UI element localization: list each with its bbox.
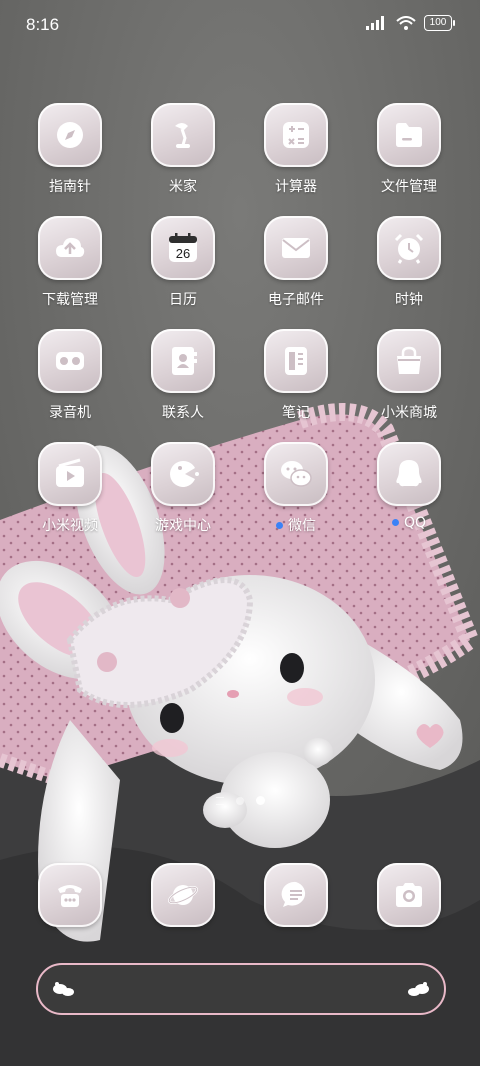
shopping-bag-icon bbox=[397, 346, 421, 374]
app-label: 下载管理 bbox=[42, 292, 98, 308]
app-clock[interactable]: 时钟 bbox=[359, 216, 459, 316]
signal-icon bbox=[366, 16, 384, 30]
folder-icon bbox=[396, 123, 422, 147]
dock-phone[interactable] bbox=[20, 863, 120, 963]
app-recorder[interactable]: 录音机 bbox=[20, 329, 120, 429]
app-label: 录音机 bbox=[49, 405, 91, 421]
game-center-icon bbox=[170, 460, 199, 487]
app-compass[interactable]: 指南针 bbox=[20, 103, 120, 203]
app-label: 文件管理 bbox=[381, 179, 437, 195]
app-label: 微信 bbox=[246, 515, 346, 535]
bunny-paw-icon bbox=[408, 982, 429, 996]
app-label: 电子邮件 bbox=[268, 292, 324, 308]
dock-browser[interactable] bbox=[133, 863, 233, 963]
app-label: 游戏中心 bbox=[155, 518, 211, 534]
app-mijia[interactable]: 米家 bbox=[133, 103, 233, 203]
app-label: 时钟 bbox=[395, 292, 423, 308]
app-mi-video[interactable]: 小米视频 bbox=[20, 442, 120, 542]
app-label-text: QQ bbox=[403, 515, 427, 531]
calculator-icon bbox=[283, 122, 309, 148]
mail-icon bbox=[282, 238, 310, 258]
app-label-text: 微信 bbox=[288, 518, 316, 534]
phone-icon bbox=[58, 885, 82, 907]
app-file-manager[interactable]: 文件管理 bbox=[359, 103, 459, 203]
app-calculator[interactable]: 计算器 bbox=[246, 103, 346, 203]
app-wechat[interactable]: 微信 bbox=[246, 442, 346, 542]
dock-messages[interactable] bbox=[246, 863, 346, 963]
app-label: 联系人 bbox=[162, 405, 204, 421]
browser-planet-icon bbox=[167, 885, 199, 905]
recorder-icon bbox=[56, 352, 84, 370]
page-dot-active bbox=[255, 796, 265, 805]
alarm-clock-icon bbox=[394, 233, 424, 264]
status-bar: 8:16 100 bbox=[0, 0, 480, 50]
app-downloads[interactable]: 下载管理 bbox=[20, 216, 120, 316]
app-contacts[interactable]: 联系人 bbox=[133, 329, 233, 429]
status-time: 8:16 bbox=[26, 15, 60, 34]
bunny-paw-icon bbox=[53, 982, 74, 996]
app-game-center[interactable]: 游戏中心 bbox=[133, 442, 233, 542]
cloud-download-icon bbox=[56, 237, 85, 257]
calendar-day: 26 bbox=[176, 246, 190, 261]
notification-dot bbox=[391, 518, 399, 526]
app-label: 小米视频 bbox=[42, 518, 98, 534]
app-label: 米家 bbox=[169, 179, 197, 195]
page-dot bbox=[235, 796, 244, 805]
page-indicator[interactable] bbox=[0, 796, 480, 805]
camera-icon bbox=[396, 883, 422, 907]
messages-icon bbox=[281, 881, 306, 907]
app-label: 笔记 bbox=[282, 405, 310, 421]
contacts-icon bbox=[172, 347, 197, 375]
notification-dot bbox=[276, 521, 283, 529]
qq-penguin-icon bbox=[396, 460, 422, 487]
wifi-icon bbox=[396, 16, 416, 30]
video-player-icon bbox=[56, 458, 84, 487]
app-qq[interactable]: QQ bbox=[359, 442, 459, 542]
app-mi-store[interactable]: 小米商城 bbox=[359, 329, 459, 429]
search-bar[interactable] bbox=[36, 963, 446, 1015]
app-calendar[interactable]: 26 日历 bbox=[133, 216, 233, 316]
wechat-icon bbox=[281, 461, 312, 487]
compass-icon bbox=[57, 122, 83, 148]
page-list-icon bbox=[215, 796, 224, 805]
dock-camera[interactable] bbox=[359, 863, 459, 963]
app-label: 日历 bbox=[169, 292, 197, 308]
app-label: QQ bbox=[359, 515, 459, 531]
battery-icon: 100 bbox=[424, 15, 455, 31]
app-label: 指南针 bbox=[49, 179, 91, 195]
app-label: 小米商城 bbox=[381, 405, 437, 421]
mijia-lamp-icon bbox=[175, 123, 190, 148]
app-email[interactable]: 电子邮件 bbox=[246, 216, 346, 316]
calendar-icon: 26 bbox=[169, 233, 197, 262]
notes-icon bbox=[285, 347, 307, 375]
app-label: 计算器 bbox=[275, 179, 317, 195]
app-notes[interactable]: 笔记 bbox=[246, 329, 346, 429]
battery-level: 100 bbox=[429, 17, 447, 28]
